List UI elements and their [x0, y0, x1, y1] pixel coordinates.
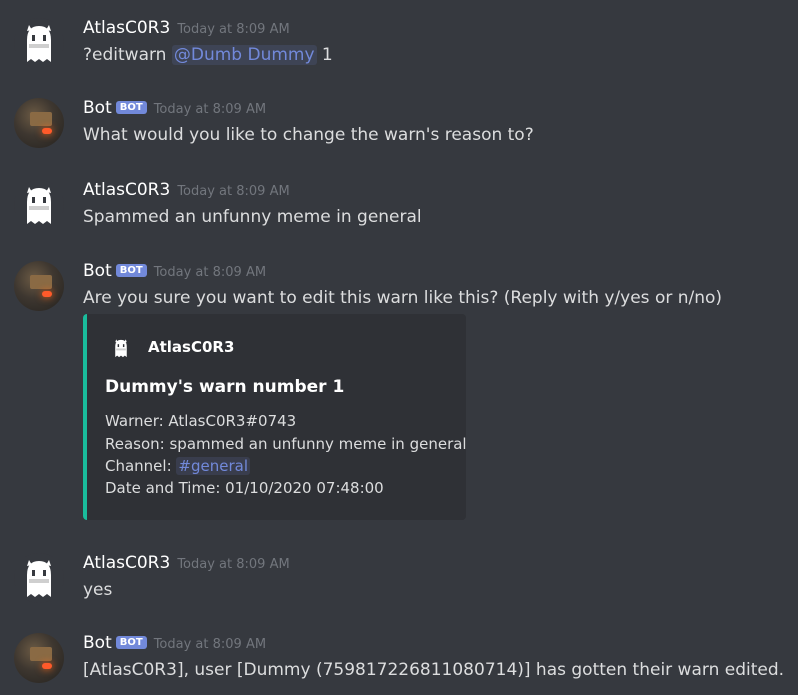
- channel-link[interactable]: #general: [176, 457, 250, 475]
- message-header: Bot BOT Today at 8:09 AM: [83, 633, 266, 653]
- bot-badge: BOT: [115, 101, 147, 114]
- ghost-avatar-icon: [27, 187, 51, 224]
- bot-avatar-detail: [30, 112, 52, 126]
- embed-warner: Warner: AtlasC0R3#0743: [105, 412, 297, 430]
- username[interactable]: AtlasC0R3: [83, 553, 170, 573]
- timestamp: Today at 8:09 AM: [177, 22, 290, 37]
- bot-badge: BOT: [115, 636, 147, 649]
- bot-avatar[interactable]: [14, 261, 64, 311]
- username[interactable]: Bot: [83, 633, 112, 653]
- username[interactable]: AtlasC0R3: [83, 18, 170, 38]
- message-content: What would you like to change the warn's…: [83, 125, 534, 145]
- message-content: [AtlasC0R3], user [Dummy (75981722681108…: [83, 660, 785, 680]
- embed-author-icon: [115, 339, 127, 358]
- bot-badge: BOT: [115, 264, 147, 277]
- message-header: AtlasC0R3 Today at 8:09 AM: [83, 180, 290, 200]
- content-text: 1: [316, 45, 333, 65]
- user-avatar[interactable]: [14, 553, 64, 603]
- bot-avatar-detail: [30, 647, 52, 661]
- ghost-avatar-icon: [27, 560, 51, 597]
- message-header: Bot BOT Today at 8:09 AM: [83, 261, 266, 281]
- embed-title: Dummy's warn number 1: [105, 377, 345, 397]
- message-header: Bot BOT Today at 8:09 AM: [83, 98, 266, 118]
- timestamp: Today at 8:09 AM: [177, 184, 290, 199]
- bot-avatar[interactable]: [14, 633, 64, 683]
- embed-author-name: AtlasC0R3: [148, 338, 235, 356]
- bot-avatar-glow: [42, 663, 52, 669]
- message-content: yes: [83, 580, 113, 600]
- content-text: ?editwarn: [83, 45, 172, 65]
- user-avatar[interactable]: [14, 180, 64, 230]
- embed-datetime: Date and Time: 01/10/2020 07:48:00: [105, 479, 384, 497]
- username[interactable]: Bot: [83, 261, 112, 281]
- bot-avatar-glow: [42, 128, 52, 134]
- embed-reason: Reason: spammed an unfunny meme in gener…: [105, 435, 467, 453]
- message-content: ?editwarn @Dumb Dummy 1: [83, 45, 333, 65]
- message-header: AtlasC0R3 Today at 8:09 AM: [83, 18, 290, 38]
- message-header: AtlasC0R3 Today at 8:09 AM: [83, 553, 290, 573]
- timestamp: Today at 8:09 AM: [153, 637, 267, 652]
- embed-channel-label: Channel:: [105, 457, 177, 475]
- warn-embed: AtlasC0R3 Dummy's warn number 1 Warner: …: [83, 314, 467, 520]
- embed-channel: Channel: #general: [105, 457, 250, 475]
- timestamp: Today at 8:09 AM: [153, 265, 267, 280]
- user-mention[interactable]: @Dumb Dummy: [171, 45, 317, 65]
- timestamp: Today at 8:09 AM: [153, 102, 267, 117]
- ghost-avatar-icon: [27, 25, 51, 62]
- message-content: Are you sure you want to edit this warn …: [83, 288, 723, 308]
- bot-avatar-glow: [42, 291, 52, 297]
- message-content: Spammed an unfunny meme in general: [83, 207, 422, 227]
- bot-avatar[interactable]: [14, 98, 64, 148]
- bot-avatar-detail: [30, 275, 52, 289]
- timestamp: Today at 8:09 AM: [177, 557, 290, 572]
- username[interactable]: Bot: [83, 98, 112, 118]
- user-avatar[interactable]: [14, 18, 64, 68]
- username[interactable]: AtlasC0R3: [83, 180, 170, 200]
